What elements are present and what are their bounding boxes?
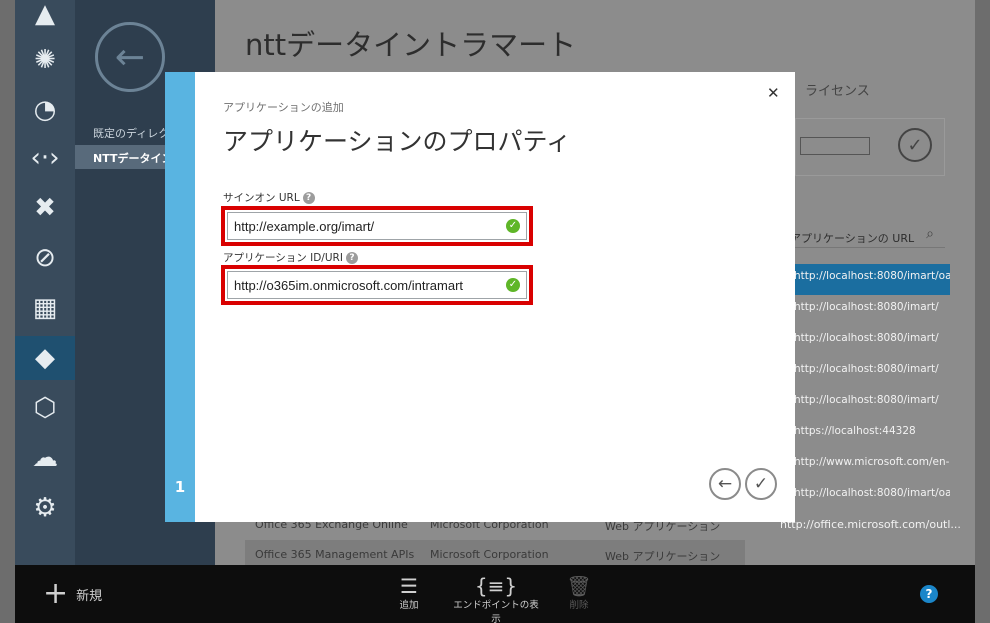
app-id-highlight: ✓ [221, 265, 533, 305]
signon-url-highlight: ✓ [221, 206, 533, 246]
step-number: 1 [174, 478, 186, 496]
nav-network-icon[interactable]: ⊘ [15, 236, 75, 280]
check-circle-icon: ✓ [506, 219, 520, 233]
delete-label: 削除 [569, 600, 589, 611]
window-left-edge [0, 0, 15, 623]
nav-storage-icon[interactable]: ▦ [15, 286, 75, 330]
checkmark-icon: ✓ [753, 474, 769, 494]
delete-button[interactable]: 🗑 削除 [534, 575, 624, 611]
app-publisher: Microsoft Corporation [430, 548, 549, 561]
add-list-icon: ☰ [400, 574, 418, 598]
wizard-step-rail: 1 [165, 72, 195, 522]
app-id-label: アプリケーション ID/URI [223, 252, 343, 264]
arrow-left-icon: ← [717, 474, 733, 494]
endpoints-label: エンドポイントの表示 [453, 600, 539, 623]
signon-url-label-row: サインオン URL ? [223, 190, 315, 205]
nav-settings-cloud-icon[interactable]: ✺ [15, 38, 75, 82]
service-nav-rail: ▲ ✺ ◔ ‹·› ✖ ⊘ ▦ ◆ ⬡ ☁ ⚙ [15, 0, 75, 565]
question-icon[interactable]: ? [345, 251, 358, 264]
app-name: Office 365 Management APIs [255, 548, 415, 561]
nav-gear-icon[interactable]: ⚙ [15, 486, 75, 530]
nav-hexagon-icon[interactable]: ⬡ [15, 386, 75, 430]
add-label: 追加 [399, 600, 419, 611]
app-url: http://office.microsoft.com/outl... [780, 518, 961, 531]
new-label: 新規 [76, 588, 103, 604]
endpoints-icon: {≡} [474, 574, 518, 598]
signon-url-input[interactable] [227, 212, 527, 240]
add-button[interactable]: ☰ 追加 [364, 575, 454, 611]
check-circle-icon: ✓ [506, 278, 520, 292]
dialog-subtitle: アプリケーションの追加 [223, 101, 344, 114]
app-id-uri-input[interactable] [227, 271, 527, 299]
checkmark-icon[interactable]: ✓ [898, 128, 932, 162]
command-bar: + 新規 ☰ 追加 {≡} エンドポイントの表示 🗑 削除 ? [15, 565, 975, 623]
app-type: Web アプリケーション [605, 550, 721, 563]
help-icon[interactable]: ? [920, 585, 938, 603]
url-row[interactable]: http://localhost:8080/imart/ [790, 357, 950, 388]
view-endpoints-button[interactable]: {≡} エンドポイントの表示 [451, 575, 541, 623]
signon-url-label: サインオン URL [223, 192, 300, 204]
nav-cloud-icon[interactable]: ☁ [15, 436, 75, 480]
close-icon[interactable]: ✕ [767, 84, 780, 102]
tab-license[interactable]: ライセンス [805, 80, 870, 99]
url-row[interactable]: https://localhost:44328 [790, 419, 950, 450]
new-button[interactable]: + 新規 [43, 576, 103, 611]
nav-code-icon[interactable]: ‹·› [15, 136, 75, 180]
window-right-edge [975, 0, 990, 623]
url-row[interactable]: http://localhost:8080/imart/ [790, 326, 950, 357]
nav-analytics-icon[interactable]: ◔ [15, 88, 75, 132]
nav-active-directory-icon[interactable]: ◆ [15, 336, 75, 380]
quick-start-field [800, 137, 870, 155]
url-list: http://localhost:8080/imart/oaut... http… [790, 264, 950, 512]
back-arrow-icon[interactable]: ← [95, 22, 165, 92]
quick-start-box: ✓ [795, 118, 945, 176]
trash-icon: 🗑 [566, 574, 592, 598]
complete-button[interactable]: ✓ [745, 468, 777, 500]
back-button[interactable]: ← [709, 468, 741, 500]
nav-hdinsight-icon[interactable]: ✖ [15, 186, 75, 230]
dialog-title: アプリケーションのプロパティ [223, 127, 572, 156]
question-icon[interactable]: ? [302, 191, 315, 204]
page-title: nttデータイントラマート [245, 28, 577, 62]
url-row[interactable]: http://localhost:8080/imart/ [790, 295, 950, 326]
add-application-dialog: 1 ✕ アプリケーションの追加 アプリケーションのプロパティ サインオン URL… [165, 72, 795, 522]
plus-icon: + [43, 576, 69, 611]
search-icon[interactable]: ⌕ [915, 226, 945, 248]
nav-warning-icon[interactable]: ▲ [15, 0, 75, 36]
url-row[interactable]: http://localhost:8080/imart/oaut... [790, 481, 950, 512]
url-row[interactable]: http://www.microsoft.com/en-u... [790, 450, 950, 481]
app-id-label-row: アプリケーション ID/URI ? [223, 250, 358, 265]
url-row[interactable]: http://localhost:8080/imart/oaut... [790, 264, 950, 295]
url-row[interactable]: http://localhost:8080/imart/ [790, 388, 950, 419]
